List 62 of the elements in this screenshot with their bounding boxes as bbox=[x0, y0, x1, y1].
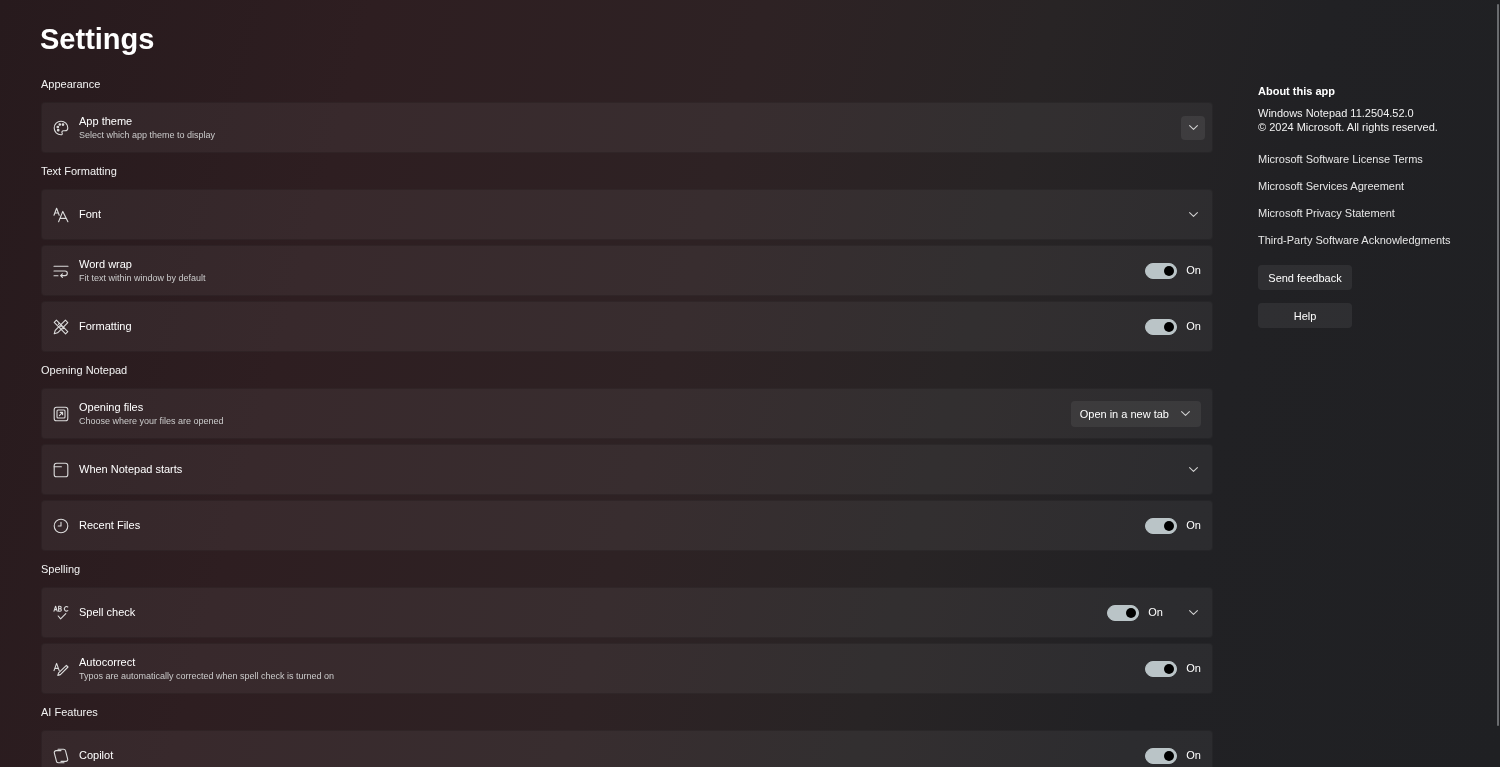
setting-title: When Notepad starts bbox=[79, 463, 183, 476]
settings-card[interactable]: Font bbox=[41, 189, 1213, 240]
pencil-ruler-icon bbox=[53, 318, 69, 335]
help-button[interactable]: Help bbox=[1258, 303, 1352, 328]
open-external-icon bbox=[53, 405, 69, 422]
setting-title: Word wrap bbox=[79, 257, 132, 271]
toggle-state-label: On bbox=[1148, 606, 1163, 619]
section-heading: Opening Notepad bbox=[41, 363, 128, 377]
link[interactable]: Third-Party Software Acknowledgments bbox=[1258, 233, 1451, 247]
setting-title: Formatting bbox=[79, 320, 132, 333]
setting-title: Autocorrect bbox=[79, 655, 136, 669]
chevron-down-icon bbox=[1188, 125, 1198, 130]
chevron-down-icon bbox=[1188, 610, 1198, 615]
page-title: Settings bbox=[40, 22, 155, 56]
toggle-state-label: On bbox=[1186, 320, 1201, 333]
section-heading: Spelling bbox=[41, 562, 81, 576]
chevron-down-icon bbox=[1188, 467, 1198, 472]
toggle-state-label: On bbox=[1186, 264, 1201, 277]
settings-card[interactable]: When Notepad starts bbox=[41, 444, 1213, 495]
settings-card[interactable]: Spell check On bbox=[41, 587, 1213, 638]
settings-card[interactable]: App theme Select which app theme to display bbox=[41, 102, 1213, 153]
link[interactable]: Microsoft Privacy Statement bbox=[1258, 206, 1395, 220]
dropdown[interactable]: Open in a new tab bbox=[1070, 400, 1201, 427]
toggle-switch[interactable] bbox=[1145, 262, 1178, 279]
palette-icon bbox=[53, 119, 69, 136]
setting-description: Choose where your files are opened bbox=[79, 415, 224, 427]
feedback-button[interactable]: Send feedback bbox=[1258, 265, 1352, 290]
overlapping-shapes-icon bbox=[53, 747, 69, 764]
toggle-switch[interactable] bbox=[1145, 517, 1178, 534]
link[interactable]: Microsoft Software License Terms bbox=[1258, 152, 1423, 166]
chevron-down-icon bbox=[1181, 411, 1190, 416]
version-text: Windows Notepad 11.2504.52.0 bbox=[1258, 106, 1414, 120]
setting-title: Spell check bbox=[79, 606, 136, 619]
clock-icon bbox=[53, 517, 69, 534]
section-heading: Text Formatting bbox=[41, 164, 117, 178]
chevron-down-icon bbox=[1188, 212, 1198, 217]
toggle-state-label: On bbox=[1186, 662, 1201, 675]
setting-title: Copilot bbox=[79, 749, 114, 762]
copyright-text: © 2024 Microsoft. All rights reserved. bbox=[1258, 120, 1438, 134]
letter-pen-icon bbox=[53, 660, 69, 677]
toggle-state-label: On bbox=[1186, 749, 1201, 762]
window-icon bbox=[53, 461, 69, 478]
expand-button[interactable] bbox=[1181, 115, 1205, 140]
spell-check-icon bbox=[53, 604, 69, 621]
setting-description: Typos are automatically corrected when spell check is turned on bbox=[79, 670, 335, 682]
setting-title: Font bbox=[79, 208, 101, 221]
setting-title: Opening files bbox=[79, 400, 144, 414]
setting-title: Recent Files bbox=[79, 519, 141, 532]
toggle-switch[interactable] bbox=[1145, 660, 1178, 677]
link[interactable]: Microsoft Services Agreement bbox=[1258, 179, 1405, 193]
setting-description: Select which app theme to display bbox=[79, 129, 216, 141]
scrollbar[interactable] bbox=[1497, 4, 1499, 726]
section-heading: AI Features bbox=[41, 705, 98, 719]
setting-description: Fit text within window by default bbox=[79, 272, 206, 284]
toggle-state-label: On bbox=[1186, 519, 1201, 532]
section-heading: Appearance bbox=[41, 77, 101, 91]
about-heading: About this app bbox=[1258, 84, 1335, 98]
setting-title: App theme bbox=[79, 114, 133, 128]
toggle-switch[interactable] bbox=[1145, 747, 1178, 764]
font-icon bbox=[53, 206, 69, 223]
toggle-switch[interactable] bbox=[1107, 604, 1140, 621]
toggle-switch[interactable] bbox=[1145, 318, 1178, 335]
